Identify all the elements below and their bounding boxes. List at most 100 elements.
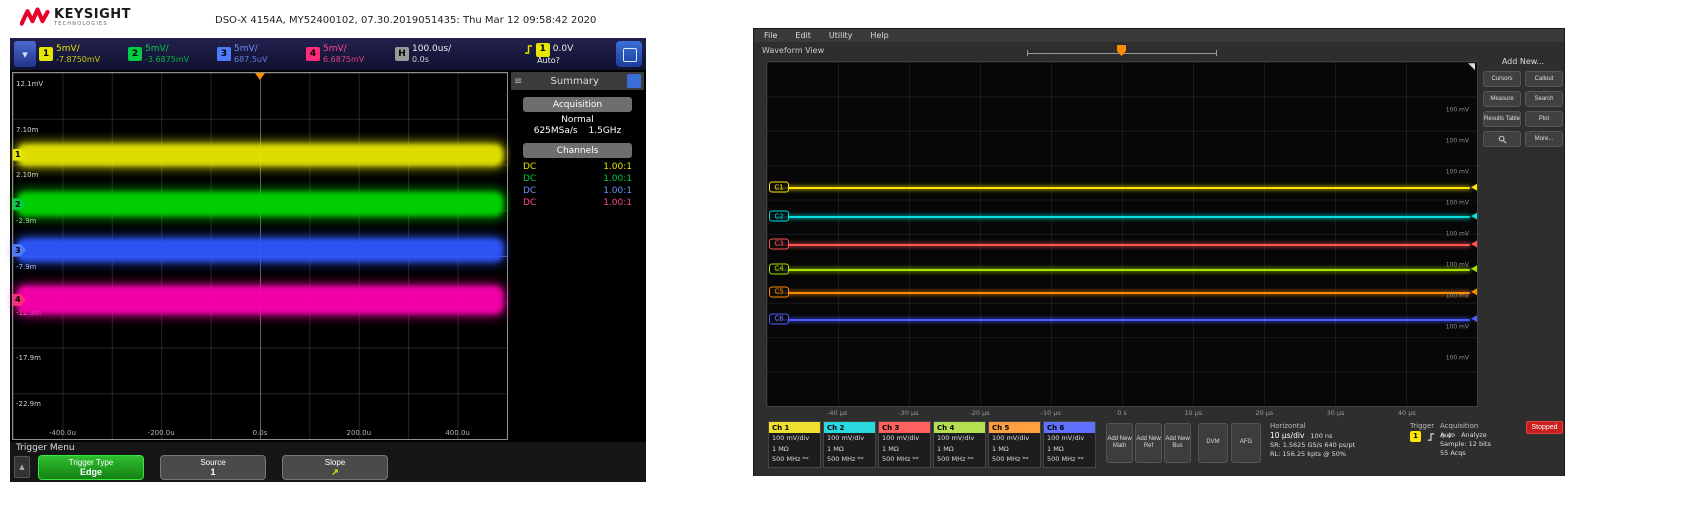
channel-4-badge[interactable]: 4 — [306, 47, 320, 61]
channel-6-handle[interactable]: C6 — [769, 313, 789, 325]
y-axis-label: -7.9m — [16, 262, 37, 271]
softkey-slope[interactable]: Slope ↗ — [282, 455, 388, 480]
menu-close-icon[interactable]: ▲ — [14, 456, 30, 478]
afg-button[interactable]: AFG — [1231, 423, 1261, 463]
channel-1-scale: 5mV/ — [56, 44, 80, 55]
channel-2-status[interactable]: 2 5mV/ -3.6875mV — [128, 44, 214, 64]
trigger-status[interactable]: 1 0.0V Auto? — [524, 42, 573, 66]
softkey-trigger-type[interactable]: Trigger Type Edge — [38, 455, 144, 480]
right-axis-label: 100 mV — [1445, 323, 1469, 331]
sidebar-header[interactable]: ≡ Summary — [511, 72, 644, 90]
stopped-button[interactable]: Stopped — [1526, 421, 1563, 434]
channel-4-trace[interactable] — [17, 285, 503, 314]
channel-1-scale: 100 mV/div — [772, 434, 810, 442]
time-label: 40 μs — [1397, 409, 1416, 417]
softkey-label: Source — [200, 457, 226, 467]
time-label: 10 μs — [1184, 409, 1203, 417]
channel-6-trace[interactable] — [775, 318, 1470, 321]
dvm-button[interactable]: DVM — [1198, 423, 1228, 463]
channel-3-status[interactable]: 3 5mV/ 687.5uV — [217, 44, 303, 64]
acquisition-section-header[interactable]: Acquisition — [523, 97, 632, 112]
cursors-button[interactable]: Cursors — [1483, 71, 1521, 87]
channel-2-badge[interactable]: Ch 2 100 mV/div 1 MΩ 500 MHz ᵇʷ — [823, 421, 876, 468]
channel-2-trace[interactable] — [17, 192, 503, 217]
add-new-bus-button[interactable]: Add New Bus — [1164, 423, 1191, 463]
channel-1-badge-title: Ch 1 — [769, 422, 820, 433]
measure-button[interactable]: Measure — [1483, 91, 1521, 107]
trigger-source-badge[interactable]: 1 — [535, 42, 550, 57]
right-axis-label: 100 mV — [1445, 199, 1469, 207]
waveform-display[interactable]: ◥ C1 C2 C3 C4 C5 C6 100 mV 100 mV 100 mV… — [766, 61, 1478, 407]
channel-2-trace[interactable] — [775, 216, 1470, 219]
menu-utility[interactable]: Utility — [829, 31, 853, 40]
touchscreen-icon[interactable] — [615, 41, 642, 67]
channel-5-trace[interactable] — [775, 291, 1470, 294]
waveform-display[interactable]: 12.1mV 7.10m 2.10m -2.9m -7.9m -12.9m -1… — [12, 72, 508, 440]
menu-help[interactable]: Help — [870, 31, 888, 40]
trigger-source-chip[interactable]: 1 — [1410, 431, 1421, 443]
channel-1-badge[interactable]: Ch 1 100 mV/div 1 MΩ 500 MHz ᵇʷ — [768, 421, 821, 468]
expand-icon[interactable]: ◥ — [1468, 62, 1475, 72]
magnifier-icon — [1498, 135, 1506, 143]
channel-1-trace[interactable] — [775, 187, 1470, 190]
channel-3-handle[interactable]: C3 — [769, 238, 789, 250]
callout-button[interactable]: Callout — [1525, 71, 1563, 87]
right-axis-label: 100 mV — [1445, 168, 1469, 176]
horizontal-status[interactable]: H 100.0us/ 0.0s — [395, 44, 481, 64]
trigger-position-marker[interactable] — [255, 73, 265, 85]
channel-1-probe-ratio: 1.00:1 — [603, 162, 632, 172]
add-new-ref-button[interactable]: Add New Ref — [1135, 423, 1162, 463]
acquisition-panel[interactable]: Acquisition Auto Analyze Sample: 12 bits… — [1440, 422, 1526, 457]
channels-section-header[interactable]: Channels — [523, 143, 632, 158]
channel-5-scale: 100 mV/div — [992, 434, 1030, 442]
channel-6-badge[interactable]: Ch 6 100 mV/div 1 MΩ 500 MHz ᵇʷ — [1043, 421, 1096, 468]
time-label: 0 s — [1117, 409, 1127, 417]
add-new-math-button[interactable]: Add New Math — [1106, 423, 1133, 463]
results-table-button[interactable]: Results Table — [1483, 111, 1521, 127]
channel-3-scale: 5mV/ — [234, 44, 258, 55]
y-axis-label: 2.10m — [16, 171, 39, 180]
channel-1-handle[interactable]: C1 — [769, 181, 789, 193]
channel-4-trace[interactable] — [775, 268, 1470, 271]
rising-edge-icon — [524, 45, 532, 54]
channel-3-badge[interactable]: Ch 3 100 mV/div 1 MΩ 500 MHz ᵇʷ — [878, 421, 931, 468]
y-axis-label: -2.9m — [16, 217, 37, 226]
zoom-button[interactable] — [1483, 131, 1521, 147]
sidebar-toggle-icon[interactable]: ▾ — [14, 41, 36, 67]
more-button[interactable]: More... — [1525, 131, 1563, 147]
channel-3-trace[interactable] — [775, 243, 1470, 246]
panel-icon[interactable] — [627, 74, 641, 88]
plot-button[interactable]: Plot — [1525, 111, 1563, 127]
channel-5-handle[interactable]: C5 — [769, 286, 789, 298]
channel-1-badge[interactable]: 1 — [39, 47, 53, 61]
search-button[interactable]: Search — [1525, 91, 1563, 107]
horizontal-badge[interactable]: H — [395, 47, 409, 61]
channel-4-badge[interactable]: Ch 4 100 mV/div 1 MΩ 500 MHz ᵇʷ — [933, 421, 986, 468]
channel-2-handle[interactable]: C2 — [769, 210, 789, 222]
settings-bar: Ch 1 100 mV/div 1 MΩ 500 MHz ᵇʷ Ch 2 100… — [754, 419, 1564, 476]
channel-5-badge[interactable]: Ch 5 100 mV/div 1 MΩ 500 MHz ᵇʷ — [988, 421, 1041, 468]
sample-rate-readout: SR: 1.5625 GS/s 640 ps/pt — [1270, 441, 1356, 450]
menu-edit[interactable]: Edit — [795, 31, 811, 40]
menu-file[interactable]: File — [764, 31, 777, 40]
horizontal-panel[interactable]: Horizontal 10 μs/div 100 ns SR: 1.5625 G… — [1270, 422, 1402, 459]
channel-3-badge-title: Ch 3 — [879, 422, 930, 433]
x-axis-label: -200.0u — [147, 429, 175, 437]
softkey-source[interactable]: Source 1 — [160, 455, 266, 480]
page: KEYSIGHT TECHNOLOGIES DSO-X 4154A, MY524… — [0, 0, 1682, 527]
right-axis-label: 100 mV — [1445, 261, 1469, 269]
y-axis-label: 7.10m — [16, 125, 39, 134]
channel-3-trace[interactable] — [17, 238, 503, 262]
channel-4-handle[interactable]: C4 — [769, 263, 789, 275]
horizontal-scale: 10 μs/div — [1270, 431, 1305, 441]
channel-4-status[interactable]: 4 5mV/ 6.6875mV — [306, 44, 392, 64]
channel-status-bar: ▾ 1 5mV/ -7.8750mV 2 5mV/ -3.6875mV 3 5m… — [10, 38, 646, 70]
softkey-value: Edge — [79, 466, 102, 477]
channel-3-impedance: 1 MΩ — [882, 444, 899, 453]
channel-1-status[interactable]: 1 5mV/ -7.8750mV — [39, 44, 125, 64]
channel-3-badge[interactable]: 3 — [217, 47, 231, 61]
channel-1-trace[interactable] — [17, 143, 503, 166]
channel-2-badge[interactable]: 2 — [128, 47, 142, 61]
channel-2-probe-ratio: 1.00:1 — [603, 174, 632, 184]
menu-icon[interactable]: ≡ — [514, 76, 522, 87]
